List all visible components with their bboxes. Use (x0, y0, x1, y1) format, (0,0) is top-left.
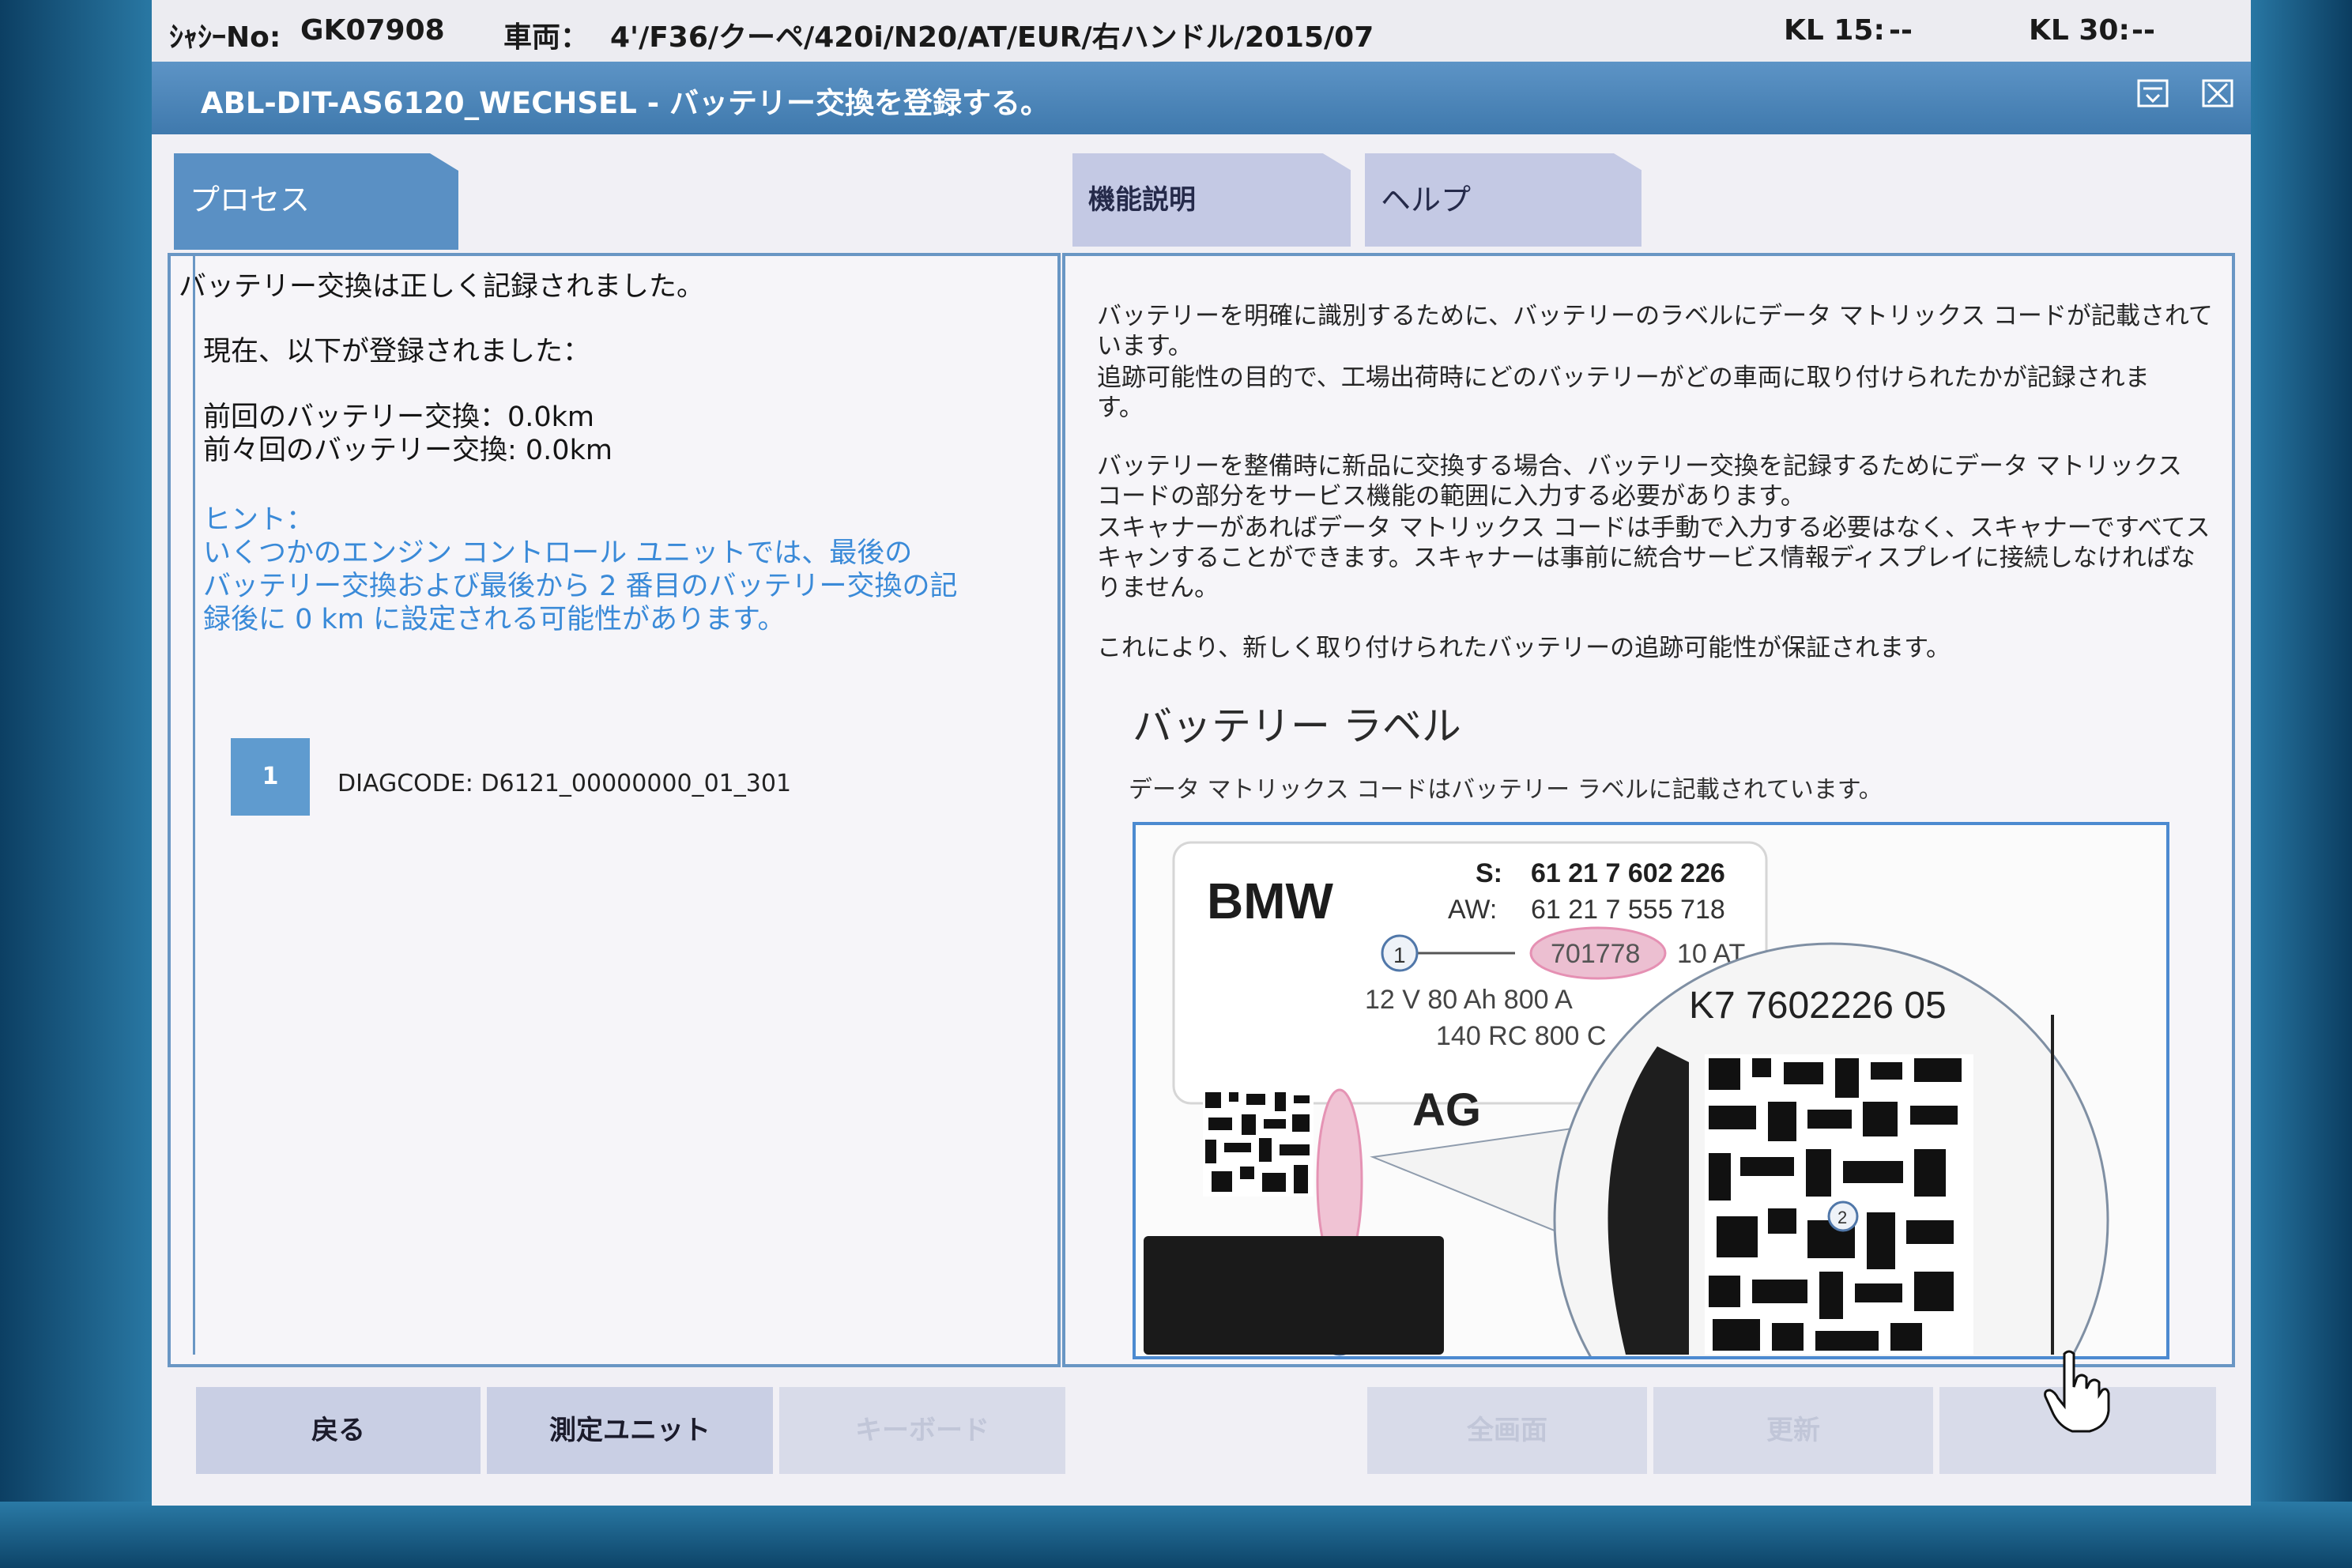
label-s-label: S: (1476, 858, 1502, 888)
window-titlebar: ABL-DIT-AS6120_WECHSEL - バッテリー交換を登録する。 (152, 62, 2251, 134)
zoom-code-text: K7 7602226 05 (1689, 985, 1947, 1027)
desc-p3-line1: これにより、新しく取り付けられたバッテリーの追跡可能性が保証されます。 (1097, 634, 1951, 662)
window-title: ABL-DIT-AS6120_WECHSEL - バッテリー交換を登録する。 (201, 86, 1050, 120)
process-registered-text: 現在、以下が登録されました： (203, 336, 591, 368)
label-aw-value: 61 21 7 555 718 (1531, 895, 1725, 925)
vehicle-value: 4'/F36/クーペ/420i/N20/AT/EUR/右ハンドル/2015/07 (610, 21, 1374, 54)
kl30-value: -- (2132, 14, 2155, 47)
kl30-label: KL 30: (2029, 14, 2130, 47)
label-black-strip (1144, 1236, 1444, 1355)
desc-p2-line4: キャンすることができます。スキャナーは事前に統合サービス情報ディスプレイに接続し… (1097, 544, 2196, 572)
label-ag-text: AG (1412, 1084, 1481, 1136)
label-s-value: 61 21 7 602 226 (1531, 858, 1725, 888)
function-description-panel: バッテリーを明確に識別するために、バッテリーのラベルにデータ マトリックス コー… (1062, 253, 2235, 1367)
kl15-value: -- (1889, 14, 1913, 47)
update-button[interactable]: 更新 (1653, 1387, 1933, 1474)
battery-label-subheading: データ マトリックス コードはバッテリー ラベルに記載されています。 (1129, 776, 1883, 804)
diag-step-badge: 1 (231, 738, 310, 816)
circled-code: 701778 (1551, 939, 1640, 969)
callout-1-number: 1 (1393, 943, 1406, 967)
measure-unit-button[interactable]: 測定ユニット (487, 1387, 773, 1474)
desc-p1-line1: バッテリーを明確に識別するために、バッテリーのラベルにデータ マトリックス コー… (1097, 302, 2213, 330)
desc-p2-line2: コードの部分をサービス機能の範囲に入力する必要があります。 (1097, 482, 1805, 511)
main-content: プロセス 機能説明 ヘルプ バッテリー交換は正しく記録されました。 現在、以下が… (152, 134, 2251, 1506)
desc-p1-line3: 追跡可能性の目的で、工場出荷時にどのバッテリーがどの車両に取り付けられたかが記録… (1097, 364, 2150, 392)
vehicle-label: 車両： (503, 21, 590, 54)
hand-cursor-icon (2041, 1348, 2112, 1434)
hint-line-3: 録後に 0 km に設定される可能性があります。 (203, 604, 786, 635)
vehicle-info-bar: ｼｬｼｰNo: GK07908 車両： 4'/F36/クーペ/420i/N20/… (152, 0, 2251, 62)
tab-process[interactable]: プロセス (174, 153, 458, 250)
kl15-label: KL 15: (1784, 14, 1885, 47)
chassis-label: ｼｬｼｰNo: (169, 21, 281, 54)
back-button[interactable]: 戻る (196, 1387, 481, 1474)
battery-label-heading: バッテリー ラベル (1133, 703, 1461, 749)
screen: ｼｬｼｰNo: GK07908 車両： 4'/F36/クーペ/420i/N20/… (152, 0, 2251, 1506)
desc-p1-line2: います。 (1097, 332, 1193, 360)
tab-function-description[interactable]: 機能説明 (1072, 153, 1351, 247)
callout-2-number-zoom: 2 (1838, 1208, 1847, 1227)
process-panel-inner: 現在、以下が登録されました： 前回のバッテリー交換：0.0km 前々回のバッテリ… (193, 256, 1053, 1355)
battery-label-image: BMW S: 61 21 7 602 226 AW: 61 21 7 555 7… (1133, 822, 2169, 1359)
label-brand: BMW (1207, 873, 1334, 929)
small-data-matrix (1203, 1090, 1314, 1197)
diag-code: DIAGCODE: D6121_00000000_01_301 (337, 770, 792, 797)
desc-p2-line5: りません。 (1097, 574, 1219, 602)
monitor-bezel-right (2237, 0, 2352, 1568)
minimize-icon[interactable] (2134, 76, 2172, 114)
tab-help[interactable]: ヘルプ (1365, 153, 1642, 247)
keyboard-button[interactable]: キーボード (779, 1387, 1065, 1474)
monitor-bezel-bottom (0, 1502, 2352, 1568)
close-icon[interactable] (2199, 76, 2237, 114)
label-spec-line1: 12 V 80 Ah 800 A (1365, 985, 1573, 1015)
chassis-value: GK07908 (300, 14, 445, 47)
fullscreen-button[interactable]: 全画面 (1367, 1387, 1647, 1474)
monitor-bezel-left (0, 0, 158, 1568)
second-last-battery-change: 前々回のバッテリー交換: 0.0km (203, 435, 612, 466)
label-spec-line2: 140 RC 800 C (1436, 1021, 1606, 1051)
label-aw-label: AW: (1448, 895, 1497, 925)
desc-p1-line4: す。 (1097, 394, 1144, 422)
process-panel: バッテリー交換は正しく記録されました。 現在、以下が登録されました： 前回のバッ… (168, 253, 1061, 1367)
